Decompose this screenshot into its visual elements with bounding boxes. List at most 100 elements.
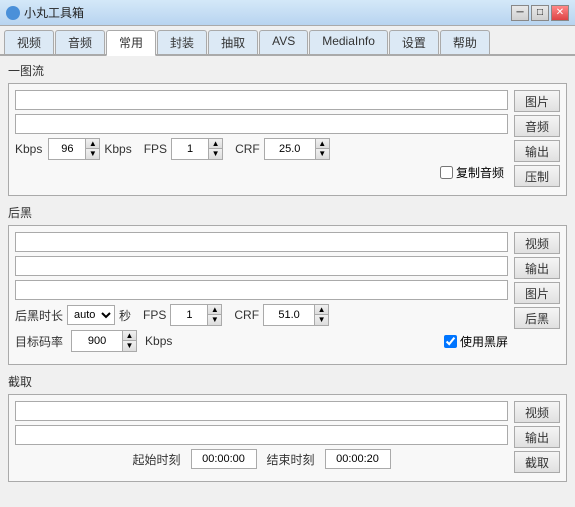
app-title: 小丸工具箱 (24, 4, 84, 21)
target-bitrate-spinner: ▲ ▼ (71, 330, 137, 352)
crf1-input[interactable] (265, 139, 315, 159)
minimize-button[interactable]: ─ (511, 5, 529, 21)
end-time-input[interactable] (325, 449, 391, 469)
section2-row2 (15, 256, 508, 276)
section2-input2[interactable] (15, 256, 508, 276)
section2-row4: 后黑时长 auto 1 2 3 5 秒 FPS (15, 304, 508, 326)
target-bitrate-input[interactable] (72, 331, 122, 351)
section-yituliu: 一图流 Kbps ▲ (8, 62, 567, 196)
title-bar: 小丸工具箱 ─ □ ✕ (0, 0, 575, 26)
crf-label1: CRF (235, 142, 260, 156)
copy-audio-label[interactable]: 复制音频 (440, 164, 504, 181)
section1-btn-pic[interactable]: 图片 (514, 90, 560, 112)
tab-mediainfo[interactable]: MediaInfo (309, 30, 388, 54)
audio-rate-up[interactable]: ▲ (85, 139, 99, 149)
section1-btn-audio[interactable]: 音频 (514, 115, 560, 137)
target-bitrate-up[interactable]: ▲ (122, 331, 136, 341)
start-time-label: 起始时刻 (132, 451, 180, 468)
fps2-spinner-btns: ▲ ▼ (207, 305, 221, 325)
maximize-button[interactable]: □ (531, 5, 549, 21)
section2-btn-houhei[interactable]: 后黑 (514, 307, 560, 329)
section3-box: 起始时刻 结束时刻 视频 输出 截取 (8, 394, 567, 482)
section3-row2 (15, 425, 508, 445)
audio-rate-down[interactable]: ▼ (85, 149, 99, 159)
use-black-screen-checkbox[interactable] (444, 335, 457, 348)
section3-input1[interactable] (15, 401, 508, 421)
audio-rate-input[interactable] (49, 139, 85, 159)
section3-content: 起始时刻 结束时刻 视频 输出 截取 (15, 401, 560, 473)
start-time-input[interactable] (191, 449, 257, 469)
fps1-input[interactable] (172, 139, 208, 159)
section1-right: 图片 音频 输出 压制 (514, 90, 560, 187)
tab-help[interactable]: 帮助 (440, 30, 490, 54)
section2-left: 后黑时长 auto 1 2 3 5 秒 FPS (15, 232, 508, 356)
crf2-spinner-btns: ▲ ▼ (314, 305, 328, 325)
tab-extract[interactable]: 抽取 (208, 30, 258, 54)
tab-avs[interactable]: AVS (259, 30, 308, 54)
section1-box: Kbps ▲ ▼ Kbps FPS (8, 83, 567, 196)
tab-bar: 视频 音频 常用 封装 抽取 AVS MediaInfo 设置 帮助 (0, 26, 575, 56)
audio-rate-unit: Kbps (104, 142, 131, 156)
section2-row1 (15, 232, 508, 252)
window-controls: ─ □ ✕ (511, 5, 569, 21)
section1-row2 (15, 114, 508, 134)
fps-label2: FPS (143, 308, 166, 322)
section2-row3 (15, 280, 508, 300)
tab-common[interactable]: 常用 (106, 30, 156, 56)
close-button[interactable]: ✕ (551, 5, 569, 21)
section2-input1[interactable] (15, 232, 508, 252)
section1-input2[interactable] (15, 114, 508, 134)
section1-btn-compress[interactable]: 压制 (514, 165, 560, 187)
target-bitrate-unit: Kbps (145, 334, 172, 348)
target-bitrate-label: 目标码率 (15, 333, 63, 350)
fps2-spinner: ▲ ▼ (170, 304, 222, 326)
copy-audio-checkbox[interactable] (440, 166, 453, 179)
section2-content: 后黑时长 auto 1 2 3 5 秒 FPS (15, 232, 560, 356)
tab-video[interactable]: 视频 (4, 30, 54, 54)
use-black-screen-label[interactable]: 使用黑屏 (444, 333, 508, 350)
section2-input3[interactable] (15, 280, 508, 300)
fps1-down[interactable]: ▼ (208, 149, 222, 159)
tab-audio[interactable]: 音频 (55, 30, 105, 54)
fps2-down[interactable]: ▼ (207, 315, 221, 325)
fps2-up[interactable]: ▲ (207, 305, 221, 315)
section3-row1 (15, 401, 508, 421)
section1-title: 一图流 (8, 62, 567, 79)
duration-label: 后黑时长 (15, 307, 63, 324)
section2-btn-output[interactable]: 输出 (514, 257, 560, 279)
section2-btn-video[interactable]: 视频 (514, 232, 560, 254)
end-time-label: 结束时刻 (267, 451, 315, 468)
crf2-input[interactable] (264, 305, 314, 325)
section3-btn-output[interactable]: 输出 (514, 426, 560, 448)
audio-rate-label: Kbps (15, 142, 42, 156)
crf1-up[interactable]: ▲ (315, 139, 329, 149)
section3-title: 截取 (8, 373, 567, 390)
section2-title: 后黑 (8, 204, 567, 221)
fps2-input[interactable] (171, 305, 207, 325)
crf2-down[interactable]: ▼ (314, 315, 328, 325)
audio-rate-spinner: ▲ ▼ (48, 138, 100, 160)
crf2-up[interactable]: ▲ (314, 305, 328, 315)
crf1-spinner-btns: ▲ ▼ (315, 139, 329, 159)
crf1-spinner: ▲ ▼ (264, 138, 330, 160)
target-bitrate-spinner-btns: ▲ ▼ (122, 331, 136, 351)
fps1-up[interactable]: ▲ (208, 139, 222, 149)
section2-row5: 目标码率 ▲ ▼ Kbps 使用黑屏 (15, 330, 508, 352)
crf2-spinner: ▲ ▼ (263, 304, 329, 326)
section3-btn-video[interactable]: 视频 (514, 401, 560, 423)
section3-left: 起始时刻 结束时刻 (15, 401, 508, 473)
duration-dropdown[interactable]: auto 1 2 3 5 (67, 305, 115, 325)
tab-package[interactable]: 封装 (157, 30, 207, 54)
section3-input2[interactable] (15, 425, 508, 445)
fps1-spinner: ▲ ▼ (171, 138, 223, 160)
section1-row4: 复制音频 (15, 164, 508, 181)
tab-settings[interactable]: 设置 (389, 30, 439, 54)
section1-input1[interactable] (15, 90, 508, 110)
use-black-screen-text: 使用黑屏 (460, 333, 508, 350)
section2-btn-pic[interactable]: 图片 (514, 282, 560, 304)
crf1-down[interactable]: ▼ (315, 149, 329, 159)
section-houhei: 后黑 后黑时长 auto (8, 204, 567, 365)
target-bitrate-down[interactable]: ▼ (122, 341, 136, 351)
section1-btn-output[interactable]: 输出 (514, 140, 560, 162)
section3-btn-jiequ[interactable]: 截取 (514, 451, 560, 473)
